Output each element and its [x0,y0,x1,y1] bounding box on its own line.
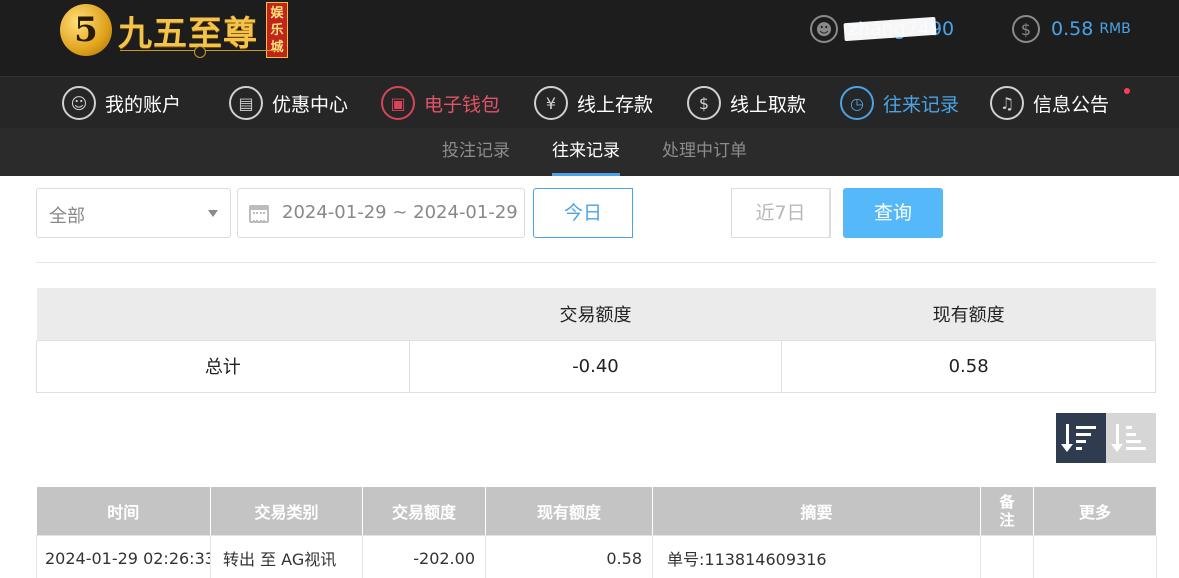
tab-transaction-records[interactable]: 往来记录 [552,128,620,176]
notification-dot [1124,88,1130,94]
summary-row: 总计 -0.40 0.58 [36,339,1156,393]
summary-label: 总计 [36,339,410,393]
nav-withdraw[interactable]: $ 线上取款 [687,85,806,121]
nav-label: 我的账户 [105,93,182,116]
last-7-days-button[interactable]: 近7日 [731,188,830,238]
user-info[interactable]: ☻ zhang7490 [810,14,954,44]
gift-icon: ▤ [229,86,263,120]
cell-type: 转出 至 AG视讯 [210,534,363,578]
caret-down-icon [208,210,218,217]
cell-memo: 单号:113814609316 [652,534,981,578]
user-icon: ☻ [810,15,838,43]
withdraw-icon: $ [687,86,721,120]
cell-note [980,534,1034,578]
tab-pending-orders[interactable]: 处理中订单 [662,128,747,176]
nav-announcements[interactable]: ♫ 信息公告 [990,85,1109,121]
logo-ornament [120,46,280,58]
summary-header-blank [36,288,410,340]
records-table: 时间 交易类别 交易额度 现有额度 摘要 备注 更多 2024-01-29 02… [36,487,1157,578]
balance-info[interactable]: $ 0.58 RMB [1012,14,1131,44]
balance-currency: RMB [1099,21,1131,37]
balance-value: 0.58 [1051,18,1094,40]
deposit-icon: ¥ [534,86,568,120]
logo-name: 九五至尊 [118,13,258,54]
cell-amount: -202.00 [362,534,486,578]
cell-time: 2024-01-29 02:26:33 [36,534,211,578]
user-icon: ☺ [62,86,96,120]
nav-e-wallet[interactable]: ▣ 电子钱包 [381,85,500,121]
sort-ascending-icon [1111,424,1148,452]
cell-balance: 0.58 [485,534,653,578]
query-button[interactable]: 查询 [843,188,943,238]
nav-promotions[interactable]: ▤ 优惠中心 [229,85,348,121]
nav-label: 线上存款 [577,93,654,116]
col-header-amount: 交易额度 [362,487,486,535]
sub-nav: 投注记录 往来记录 处理中订单 [0,128,1179,176]
col-header-time: 时间 [36,487,211,535]
main-nav: ☺ 我的账户 ▤ 优惠中心 ▣ 电子钱包 ¥ 线上存款 $ 线上取款 ◷ 往来记… [0,76,1179,128]
cell-more[interactable] [1033,534,1157,578]
category-select[interactable]: 全部 [36,188,231,238]
logo-badge: 5 [60,4,112,56]
nav-label: 信息公告 [1033,93,1110,116]
summary-header-trade: 交易额度 [409,288,782,340]
bell-icon: ♫ [990,86,1024,120]
col-header-type: 交易类别 [210,487,363,535]
table-row: 2024-01-29 02:26:33 转出 至 AG视讯 -202.00 0.… [36,534,1157,578]
tab-bet-records[interactable]: 投注记录 [442,128,510,176]
date-range-input[interactable]: 2024-01-29 ~ 2024-01-29 [237,188,525,238]
divider [36,262,1156,263]
sort-ascending-button[interactable] [1106,413,1156,463]
col-header-memo: 摘要 [652,487,981,535]
summary-current-amount: 0.58 [781,339,1156,393]
top-header: 5 九五至尊 娱乐城 ☻ zhang7490 $ 0.58 RMB [0,0,1179,76]
sort-descending-button[interactable] [1056,413,1106,463]
calendar-icon [249,205,269,223]
summary-table: 交易额度 现有额度 总计 -0.40 0.58 [36,288,1156,393]
col-header-more: 更多 [1033,487,1157,535]
nav-label: 往来记录 [883,93,960,116]
nav-deposit[interactable]: ¥ 线上存款 [534,85,653,121]
date-range-value: 2024-01-29 ~ 2024-01-29 [282,202,518,223]
username: zhang7490 [843,16,954,42]
nav-label: 优惠中心 [272,93,349,116]
today-button[interactable]: 今日 [533,188,633,238]
summary-header-current: 现有额度 [781,288,1156,340]
category-value: 全部 [49,206,85,227]
nav-my-account[interactable]: ☺ 我的账户 [62,85,181,121]
dollar-icon: $ [1012,15,1040,43]
sort-descending-icon [1061,424,1098,452]
col-header-note: 备注 [980,487,1034,535]
nav-label: 电子钱包 [424,93,501,116]
record-icon: ◷ [840,86,874,120]
nav-transaction-records[interactable]: ◷ 往来记录 [840,85,959,121]
nav-label: 线上取款 [730,93,807,116]
wallet-icon: ▣ [381,86,415,120]
col-header-balance: 现有额度 [485,487,653,535]
summary-trade-amount: -0.40 [408,339,783,393]
